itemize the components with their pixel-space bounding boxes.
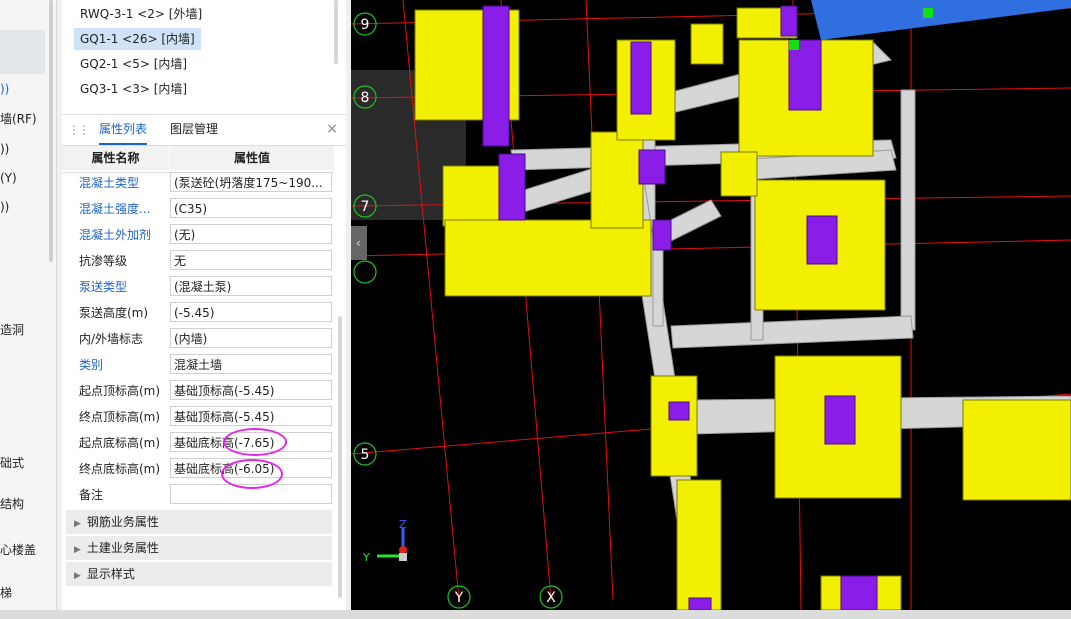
property-row: 终点底标高(m) 基础底标高(-6.05) [62, 456, 334, 482]
property-value-field[interactable]: (混凝土泵) [170, 276, 332, 296]
grid-label-5: 5 [361, 447, 370, 463]
property-name: 起点顶标高(m) [79, 384, 161, 398]
tab-layers[interactable]: 图层管理 [170, 115, 218, 143]
grid-label-8: 8 [361, 90, 370, 106]
property-name: 终点顶标高(m) [79, 410, 161, 424]
section-display-style[interactable]: ▶ 显示样式 [66, 562, 332, 586]
property-grid-header: 属性名称 属性值 [62, 146, 334, 173]
property-row: 终点顶标高(m) 基础顶标高(-5.45) [62, 404, 334, 430]
property-value-field[interactable]: 无 [170, 250, 332, 270]
component-list-scrollbar[interactable] [334, 0, 338, 64]
blue-slab [811, 0, 1071, 40]
component-list-item[interactable]: RWQ-3-1 <2> [外墙] [74, 3, 208, 25]
property-row: 混凝土外加剂 (无) [62, 222, 334, 248]
property-name: 混凝土强度... [79, 202, 151, 216]
property-name: 类别 [79, 358, 104, 372]
highlight-circle-end-bottom-elevation [221, 459, 283, 489]
close-icon[interactable]: × [326, 115, 338, 143]
bottom-status-bar [0, 610, 1071, 619]
left-nav-scrollbar[interactable] [49, 0, 53, 262]
property-row: 类别 混凝土墙 [62, 352, 334, 378]
property-value-field[interactable]: 混凝土墙 [170, 354, 332, 374]
expand-arrow-icon: ▶ [74, 571, 81, 581]
property-name: 内/外墙标志 [79, 332, 144, 346]
left-nav-item[interactable]: 造洞 [0, 323, 24, 337]
highlight-circle-start-bottom-elevation [223, 428, 287, 456]
property-panel-scrollbar[interactable] [338, 316, 342, 598]
left-nav-item[interactable]: 结构 [0, 497, 24, 511]
axis-y-label: Y [362, 551, 370, 564]
property-name: 混凝土外加剂 [79, 228, 152, 242]
left-nav-panel: )) 墙(RF) )) (Y) )) 造洞 础式 结构 心楼盖 梯 [0, 0, 57, 610]
left-nav-item[interactable]: )) [0, 142, 9, 156]
green-marker [789, 40, 799, 50]
axis-z-label: Z [399, 518, 407, 531]
property-value-field[interactable]: (内墙) [170, 328, 332, 348]
grid-label-x: X [546, 590, 556, 606]
drag-handle-icon[interactable]: ⋮⋮ [68, 123, 90, 137]
property-name: 混凝土类型 [79, 176, 140, 190]
property-row: 泵送高度(m) (-5.45) [62, 300, 334, 326]
property-name: 备注 [79, 488, 104, 502]
header-property-name: 属性名称 [62, 146, 169, 170]
tab-properties[interactable]: 属性列表 [99, 115, 148, 145]
left-nav-item[interactable]: (Y) [0, 171, 17, 185]
left-nav-item[interactable]: 心楼盖 [0, 543, 36, 557]
3d-model-drawing: 9 8 7 5 Y X ‹ Z Y [351, 0, 1071, 610]
property-value-field[interactable]: 基础顶标高(-5.45) [170, 406, 332, 426]
component-list-item[interactable]: GQ3-1 <3> [内墙] [74, 78, 193, 100]
property-panel: RWQ-3-1 <2> [外墙] GQ1-1 <26> [内墙] GQ2-1 <… [62, 0, 346, 610]
3d-viewport[interactable]: 9 8 7 5 Y X ‹ Z Y [351, 0, 1071, 610]
left-nav-item[interactable]: 梯 [0, 586, 12, 600]
property-name: 起点底标高(m) [79, 436, 161, 450]
property-name: 泵送类型 [79, 280, 128, 294]
chevron-left-icon: ‹ [356, 236, 361, 250]
component-list-item-selected[interactable]: GQ1-1 <26> [内墙] [74, 28, 201, 50]
expand-arrow-icon: ▶ [74, 545, 81, 555]
property-value-field[interactable]: (泵送砼(坍落度175~190... [170, 172, 332, 192]
left-nav-item[interactable]: )) [0, 82, 9, 96]
property-name: 抗渗等级 [79, 254, 128, 268]
axis-indicator: Z Y [362, 518, 407, 564]
left-nav-item[interactable]: 墙(RF) [0, 112, 37, 126]
left-nav-item[interactable]: )) [0, 200, 9, 214]
panel-tab-bar: ⋮⋮ 属性列表 图层管理 × [62, 114, 346, 146]
left-nav-item[interactable]: 础式 [0, 456, 24, 470]
property-value-field[interactable]: (-5.45) [170, 302, 332, 322]
property-row: 混凝土类型 (泵送砼(坍落度175~190... [62, 170, 334, 196]
grid-label-7: 7 [361, 199, 370, 215]
expand-arrow-icon: ▶ [74, 519, 81, 529]
property-row: 备注 [62, 482, 334, 508]
grid-label-y: Y [454, 590, 464, 606]
property-name: 终点底标高(m) [79, 462, 161, 476]
property-row: 起点底标高(m) 基础底标高(-7.65) [62, 430, 334, 456]
property-name: 泵送高度(m) [79, 306, 149, 320]
green-marker [923, 8, 933, 18]
property-value-field[interactable]: 基础顶标高(-5.45) [170, 380, 332, 400]
property-value-field[interactable]: (无) [170, 224, 332, 244]
section-civil-properties[interactable]: ▶ 土建业务属性 [66, 536, 332, 560]
property-row: 起点顶标高(m) 基础顶标高(-5.45) [62, 378, 334, 404]
walls [414, 7, 1071, 610]
property-value-field[interactable]: (C35) [170, 198, 332, 218]
section-rebar-properties[interactable]: ▶ 钢筋业务属性 [66, 510, 332, 534]
property-row: 抗渗等级 无 [62, 248, 334, 274]
left-nav-selected[interactable] [0, 30, 45, 74]
header-property-value: 属性值 [170, 146, 334, 170]
component-list-item[interactable]: GQ2-1 <5> [内墙] [74, 53, 193, 75]
property-row: 内/外墙标志 (内墙) [62, 326, 334, 352]
property-row: 泵送类型 (混凝土泵) [62, 274, 334, 300]
grid-label-9: 9 [361, 17, 370, 33]
property-row: 混凝土强度... (C35) [62, 196, 334, 222]
